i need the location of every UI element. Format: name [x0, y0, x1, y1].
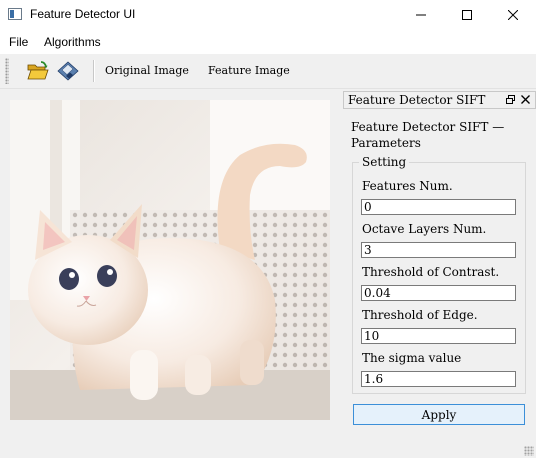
- open-folder-icon: [27, 61, 49, 80]
- title-bar: Feature Detector UI: [0, 0, 536, 30]
- minimize-icon: [416, 14, 426, 16]
- toolbar-grip[interactable]: [5, 58, 9, 84]
- contrast-threshold-input[interactable]: [361, 285, 516, 301]
- menu-file[interactable]: File: [9, 35, 28, 49]
- cat-photo: [10, 100, 330, 420]
- image-display: [10, 100, 330, 420]
- save-button[interactable]: [56, 59, 80, 83]
- sigma-input[interactable]: [361, 371, 516, 387]
- dock-close-icon[interactable]: [521, 95, 530, 104]
- sigma-label: The sigma value: [362, 351, 462, 365]
- app-icon: [8, 8, 22, 20]
- window-title: Feature Detector UI: [30, 7, 136, 21]
- apply-button[interactable]: Apply: [353, 404, 525, 425]
- contrast-threshold-label: Threshold of Contrast.: [362, 265, 500, 279]
- dock-title: Feature Detector SIFT: [348, 93, 486, 107]
- parameters-heading: Feature Detector SIFT — Parameters: [351, 120, 505, 150]
- open-button[interactable]: [26, 59, 50, 83]
- features-num-input[interactable]: [361, 199, 516, 215]
- menu-algorithms[interactable]: Algorithms: [44, 35, 101, 49]
- menu-bar: File Algorithms: [0, 30, 536, 54]
- edge-threshold-input[interactable]: [361, 328, 516, 344]
- close-icon: [508, 10, 518, 20]
- toolbar: Original Image Feature Image: [0, 54, 536, 89]
- maximize-icon: [462, 10, 472, 20]
- close-button[interactable]: [490, 0, 536, 30]
- save-disk-icon: [57, 61, 79, 81]
- octave-layers-label: Octave Layers Num.: [362, 222, 487, 236]
- octave-layers-input[interactable]: [361, 242, 516, 258]
- dock-title-bar[interactable]: Feature Detector SIFT: [343, 91, 536, 109]
- setting-group-title: Setting: [359, 155, 410, 169]
- features-num-label: Features Num.: [362, 179, 453, 193]
- maximize-button[interactable]: [444, 0, 490, 30]
- minimize-button[interactable]: [398, 0, 444, 30]
- float-icon[interactable]: [506, 95, 515, 104]
- original-image-button[interactable]: Original Image: [105, 64, 189, 77]
- toolbar-separator: [93, 60, 95, 82]
- edge-threshold-label: Threshold of Edge.: [362, 308, 478, 322]
- feature-image-button[interactable]: Feature Image: [208, 64, 290, 77]
- size-grip[interactable]: [524, 446, 534, 456]
